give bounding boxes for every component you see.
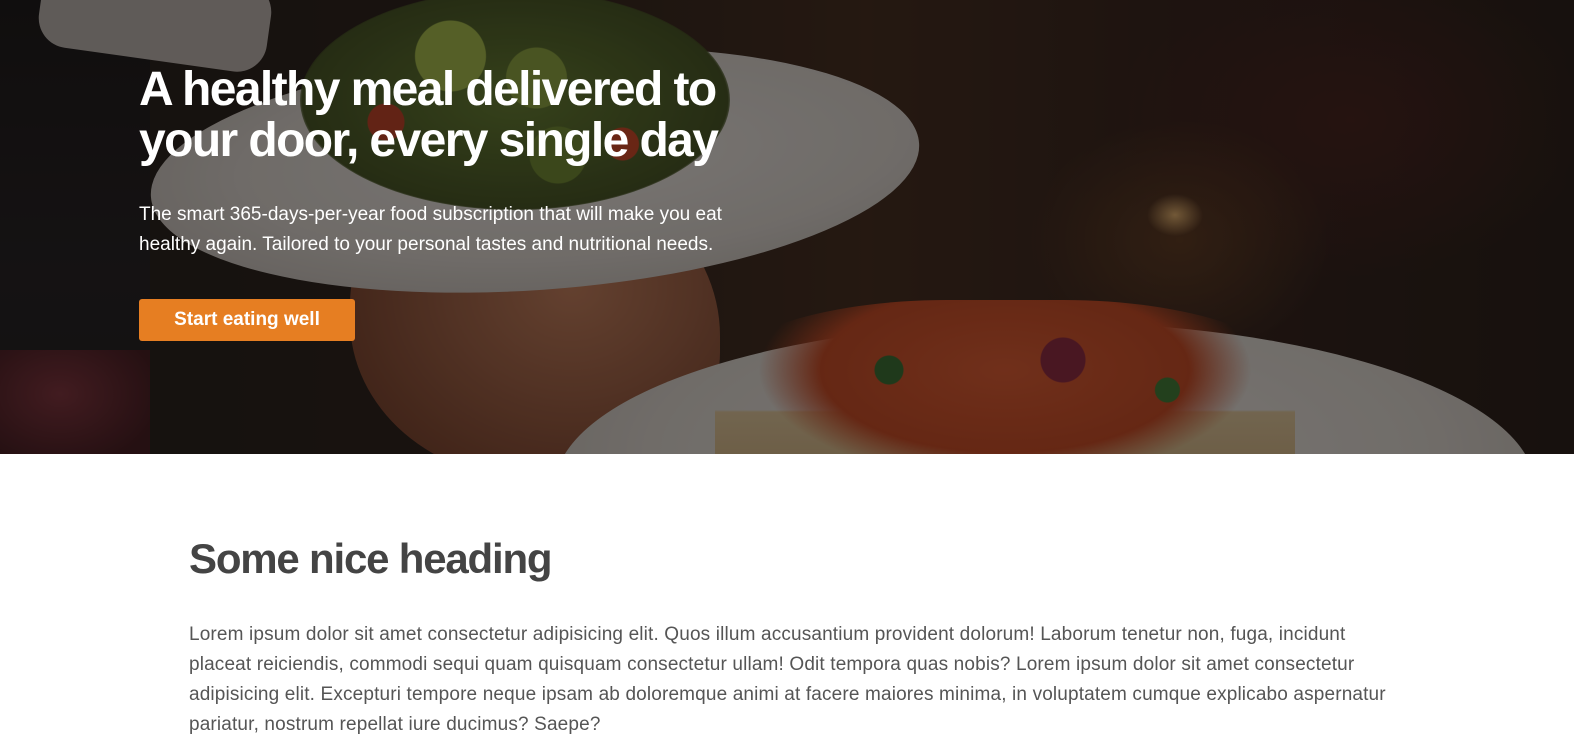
hero-content: A healthy meal delivered to your door, e… bbox=[139, 64, 779, 341]
hero-title: A healthy meal delivered to your door, e… bbox=[139, 63, 719, 167]
section-heading: Some nice heading bbox=[189, 535, 553, 582]
start-eating-well-button[interactable]: Start eating well bbox=[139, 299, 355, 341]
content-section: Some nice heading Lorem ipsum dolor sit … bbox=[189, 534, 1389, 740]
hero-description: The smart 365-days-per-year food subscri… bbox=[139, 204, 722, 255]
hero-section: A healthy meal delivered to your door, e… bbox=[0, 0, 1574, 454]
section-paragraph: Lorem ipsum dolor sit amet consectetur a… bbox=[189, 624, 1386, 735]
